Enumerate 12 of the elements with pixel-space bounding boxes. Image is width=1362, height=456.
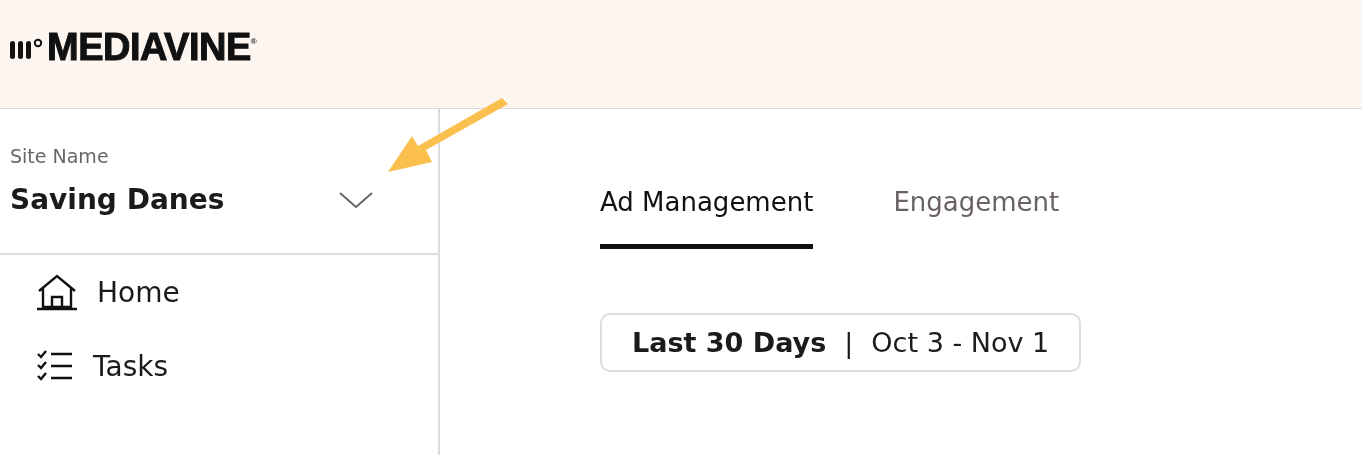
nav-item[interactable]: Home bbox=[35, 273, 180, 311]
date-range-button[interactable]: Last 30 Days | Oct 3 - Nov 1 bbox=[600, 313, 1082, 372]
site-label: Site Name bbox=[10, 145, 110, 167]
chevron-down-icon bbox=[338, 189, 374, 210]
nav-item[interactable]: Tasks bbox=[35, 349, 169, 383]
home-icon bbox=[35, 273, 79, 311]
checklist-icon bbox=[35, 349, 75, 383]
tab[interactable]: Engagement bbox=[893, 187, 1060, 249]
tab[interactable]: Ad Management bbox=[600, 187, 814, 249]
logo-mark-icon bbox=[10, 36, 44, 59]
logo-wordmark[interactable]: MEDIAVINE$^{®}$ bbox=[47, 26, 257, 69]
site-name: Saving Danes bbox=[10, 183, 225, 216]
